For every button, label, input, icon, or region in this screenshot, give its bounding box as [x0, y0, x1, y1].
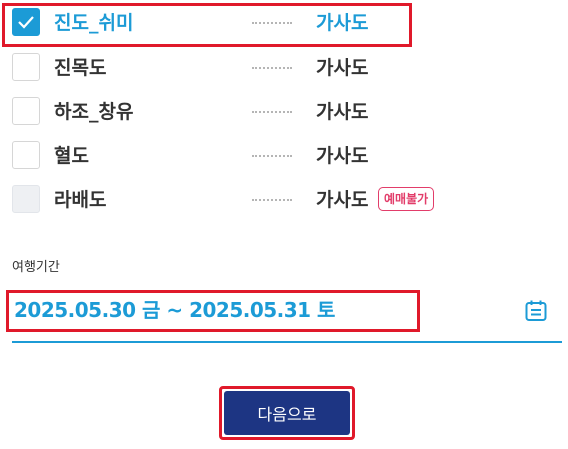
route-destination: 가사도: [316, 101, 369, 123]
calendar-icon[interactable]: [524, 299, 548, 323]
route-dotted-leader: [252, 155, 292, 157]
route-dotted-leader: [252, 67, 292, 69]
route-name: 혈도: [54, 145, 89, 167]
route-checkbox[interactable]: [12, 141, 40, 169]
route-row-rabaedo: 라배도 가사도 예매불가: [0, 179, 568, 223]
next-button-highlight: 다음으로: [219, 386, 355, 440]
route-name: 하조_창유: [54, 101, 134, 123]
route-row-jinmokdo[interactable]: 진목도 가사도: [0, 47, 568, 91]
route-checkbox-disabled: [12, 185, 40, 213]
route-checkbox[interactable]: [12, 53, 40, 81]
next-button[interactable]: 다음으로: [224, 391, 350, 435]
unavailable-badge: 예매불가: [378, 187, 435, 211]
date-highlight-box: [6, 290, 420, 332]
route-row-hyeoldo[interactable]: 혈도 가사도: [0, 135, 568, 179]
route-dotted-leader: [252, 111, 292, 113]
route-checkbox[interactable]: [12, 97, 40, 125]
route-destination: 가사도: [316, 189, 369, 211]
travel-period-label: 여행기간: [12, 260, 60, 275]
selection-highlight-box: [2, 3, 412, 47]
route-destination: 가사도: [316, 145, 369, 167]
route-name: 라배도: [54, 189, 107, 211]
route-row-hajo-changyu[interactable]: 하조_창유 가사도: [0, 91, 568, 135]
route-dotted-leader: [252, 199, 292, 201]
route-name: 진목도: [54, 57, 107, 79]
date-field-underline: [12, 341, 562, 343]
route-destination: 가사도: [316, 57, 369, 79]
